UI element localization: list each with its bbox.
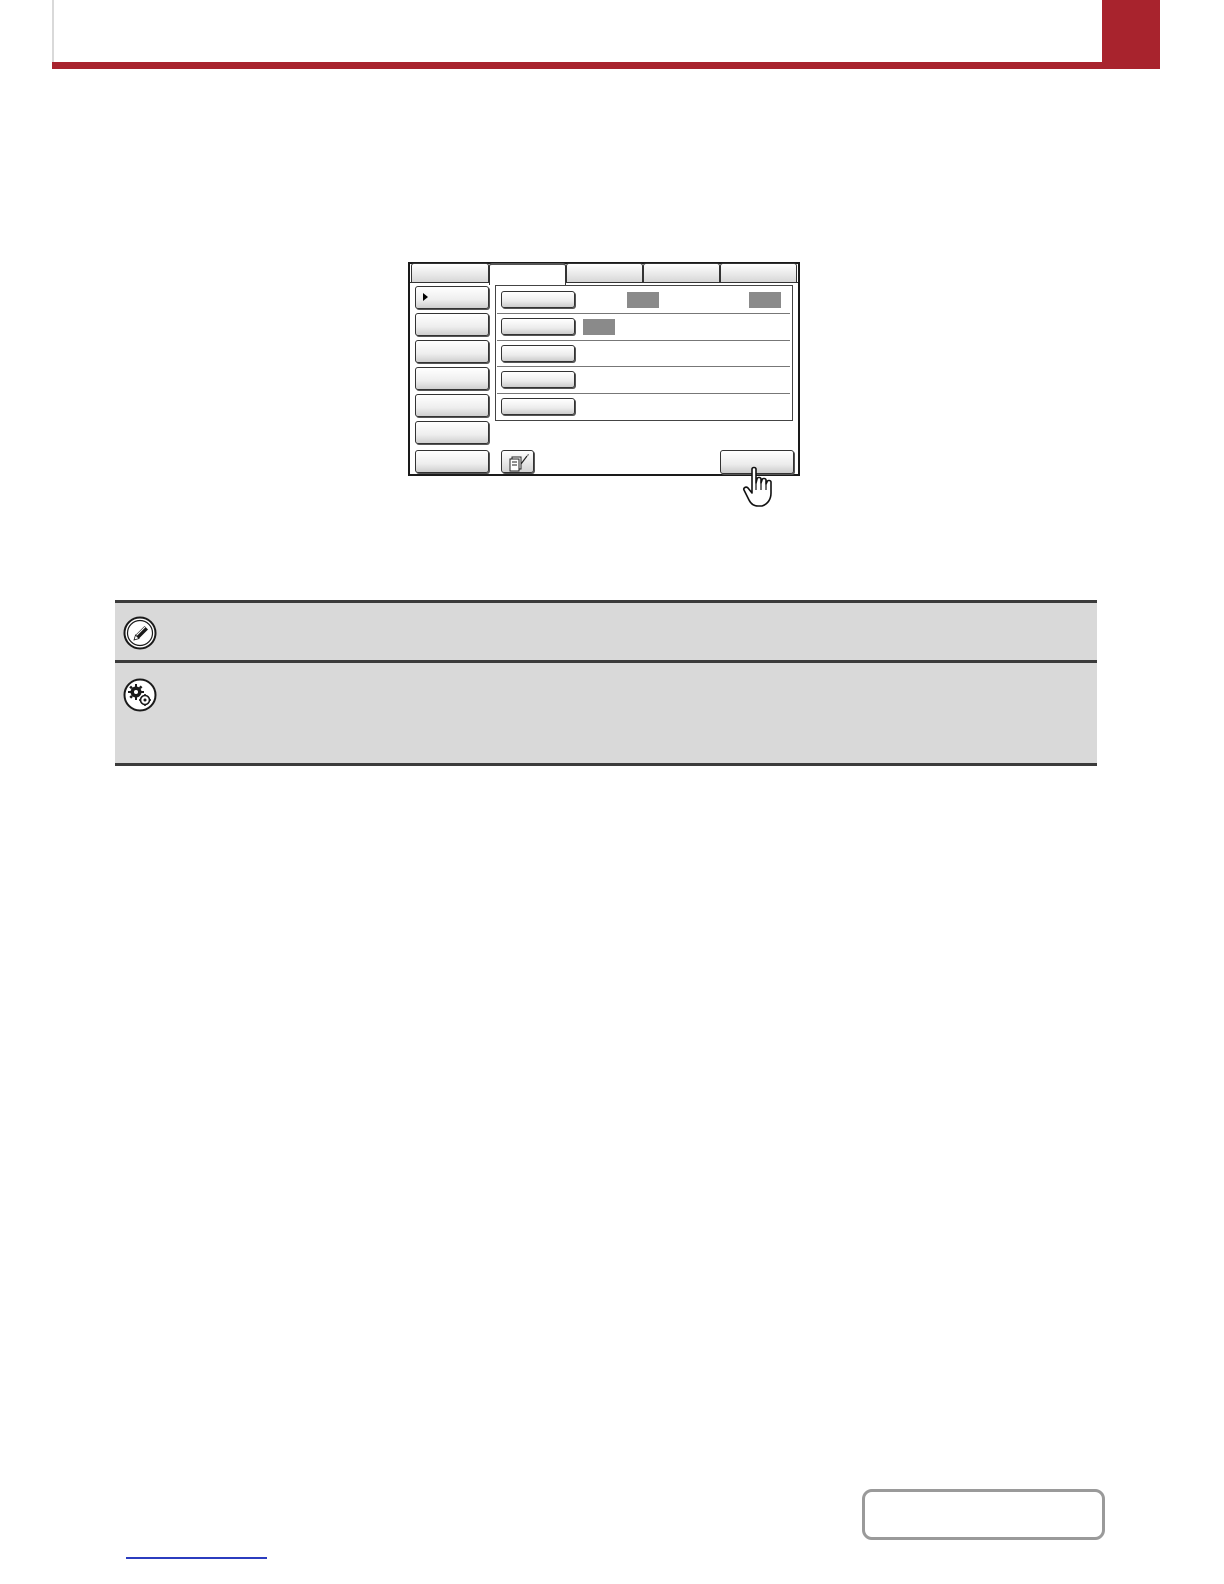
tab-divider — [565, 282, 798, 283]
sidebar-item-7[interactable] — [415, 450, 489, 473]
header-rule — [52, 62, 1160, 69]
chapter-tab[interactable] — [1102, 0, 1160, 69]
settings-box — [115, 660, 1097, 766]
sidebar-item-5[interactable] — [415, 394, 489, 417]
tab-1[interactable] — [411, 263, 489, 282]
row-divider — [497, 393, 790, 394]
edit-document-icon — [509, 454, 529, 472]
row-1-value-2 — [749, 292, 781, 308]
row-divider — [497, 340, 790, 341]
sidebar-item-4[interactable] — [415, 367, 489, 390]
pencil-note-icon — [123, 616, 157, 650]
row-2-button[interactable] — [501, 318, 575, 335]
row-3-button[interactable] — [501, 345, 575, 362]
page-header — [52, 0, 1102, 62]
tab-2-active[interactable] — [489, 263, 566, 285]
tab-4[interactable] — [643, 263, 720, 282]
sidebar-item-2[interactable] — [415, 313, 489, 336]
row-5-button[interactable] — [501, 398, 575, 415]
edit-document-button[interactable] — [501, 450, 534, 473]
footer-link[interactable] — [126, 1557, 267, 1559]
selected-arrow-icon — [423, 293, 428, 301]
system-settings-gear-icon — [123, 678, 157, 712]
row-1-value-1 — [627, 292, 659, 308]
tab-divider — [410, 282, 490, 283]
row-2-value-1 — [583, 319, 615, 335]
sidebar-item-3[interactable] — [415, 340, 489, 363]
row-4-button[interactable] — [501, 371, 575, 388]
sidebar-item-6[interactable] — [415, 421, 489, 444]
row-1-button[interactable] — [501, 291, 575, 308]
tab-3[interactable] — [566, 263, 643, 282]
note-box — [115, 600, 1097, 660]
tab-5[interactable] — [720, 263, 797, 282]
pointing-hand-icon — [743, 466, 772, 507]
row-divider — [497, 366, 790, 367]
row-divider — [497, 313, 790, 314]
contents-button[interactable] — [862, 1489, 1105, 1540]
header-edge — [52, 0, 54, 62]
